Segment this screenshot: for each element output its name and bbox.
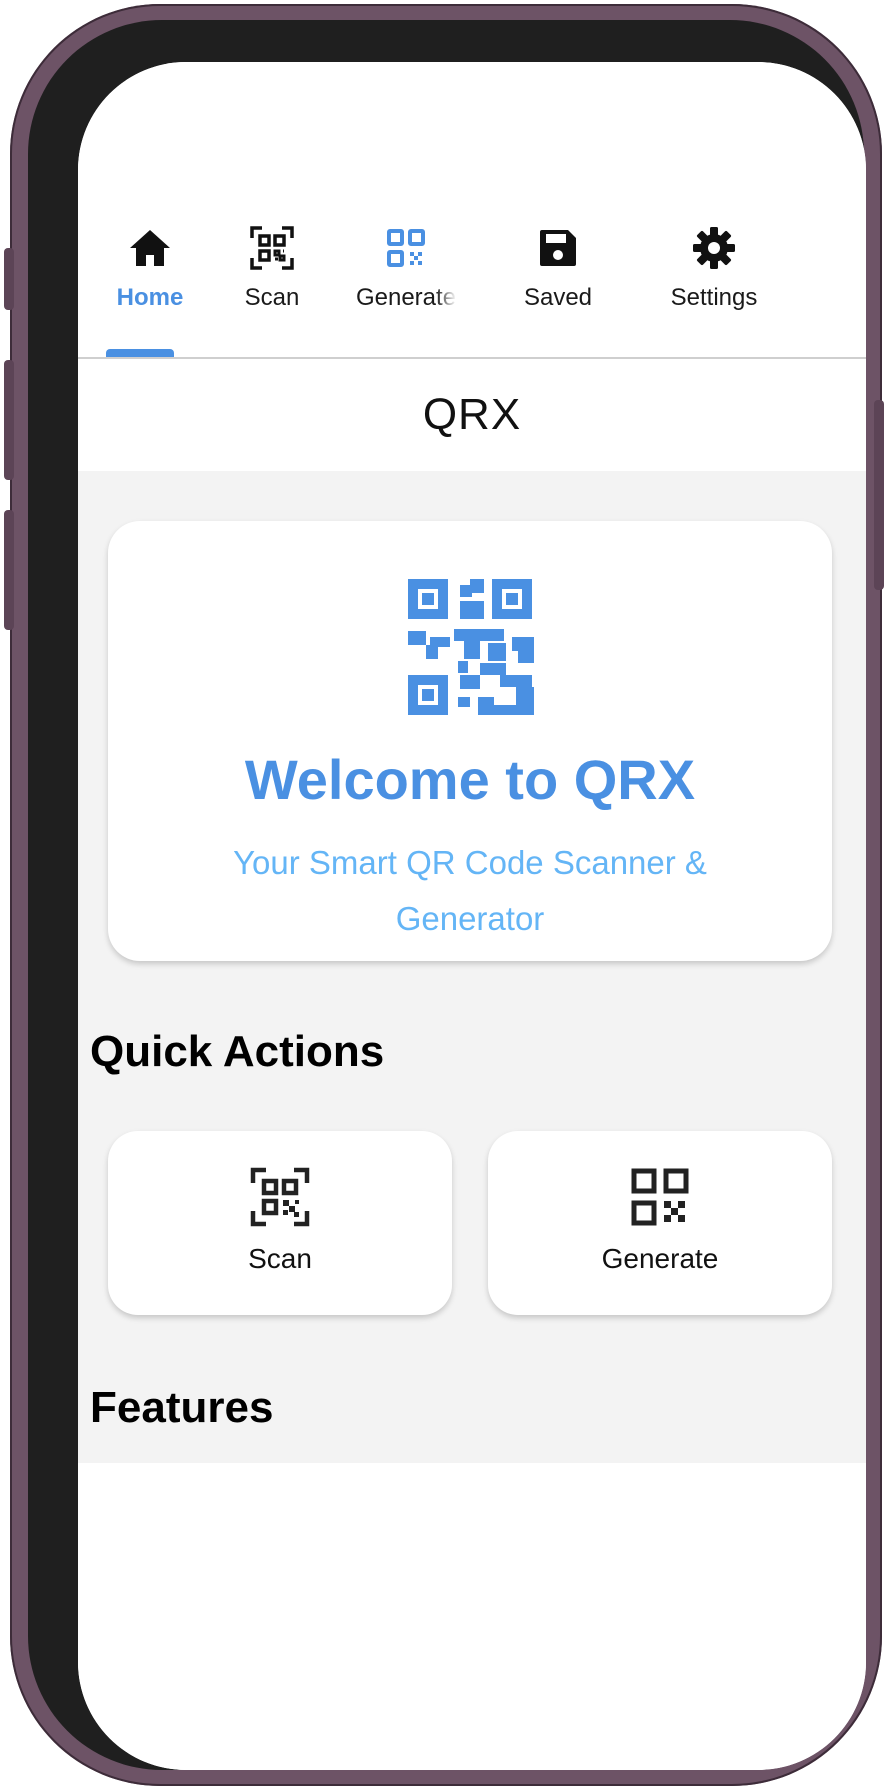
home-content: Welcome to QRX Your Smart QR Code Scanne… xyxy=(78,471,866,1463)
home-icon xyxy=(126,224,174,272)
tab-label: Settings xyxy=(670,284,758,311)
tab-label: Generate xyxy=(356,284,456,311)
tab-generate[interactable]: Generate xyxy=(356,224,456,356)
side-button xyxy=(4,248,14,310)
gear-icon xyxy=(690,224,738,272)
tab-label: Home xyxy=(116,284,184,311)
app-header: QRX xyxy=(78,359,866,471)
tab-scan[interactable]: Scan xyxy=(212,224,332,356)
side-button xyxy=(874,400,884,590)
top-tab-bar: Home Scan Generate Saved Settings xyxy=(78,62,866,359)
welcome-card: Welcome to QRX Your Smart QR Code Scanne… xyxy=(108,521,832,961)
save-icon xyxy=(534,224,582,272)
section-title-quick-actions: Quick Actions xyxy=(90,1027,385,1076)
qr-code-icon xyxy=(631,1168,689,1226)
screen-bottom-area xyxy=(78,1463,866,1770)
active-tab-indicator xyxy=(106,349,174,357)
quick-action-scan[interactable]: Scan xyxy=(108,1131,452,1315)
tab-settings[interactable]: Settings xyxy=(654,224,774,356)
tab-home[interactable]: Home xyxy=(90,224,210,356)
quick-action-label: Scan xyxy=(248,1243,312,1274)
welcome-subtitle: Your Smart QR Code Scanner & Generator xyxy=(233,844,707,937)
quick-action-label: Generate xyxy=(601,1243,719,1274)
phone-bezel: Home Scan Generate Saved Settings QRX We… xyxy=(28,20,866,1770)
side-button xyxy=(4,360,14,480)
phone-frame: Home Scan Generate Saved Settings QRX We… xyxy=(4,4,884,1786)
qr-scan-icon xyxy=(250,1167,310,1227)
tab-saved[interactable]: Saved xyxy=(498,224,618,356)
side-button xyxy=(4,510,14,630)
qr-scan-icon xyxy=(248,224,296,272)
tab-label: Saved xyxy=(523,284,593,311)
qr-code-icon xyxy=(382,224,430,272)
page-title: QRX xyxy=(422,390,522,439)
quick-action-generate[interactable]: Generate xyxy=(488,1131,832,1315)
section-title-features: Features xyxy=(90,1383,274,1432)
welcome-title: Welcome to QRX xyxy=(244,748,696,811)
app-screen: Home Scan Generate Saved Settings QRX We… xyxy=(78,62,866,1770)
qr-code-icon xyxy=(408,579,534,715)
tab-label: Scan xyxy=(244,284,300,311)
